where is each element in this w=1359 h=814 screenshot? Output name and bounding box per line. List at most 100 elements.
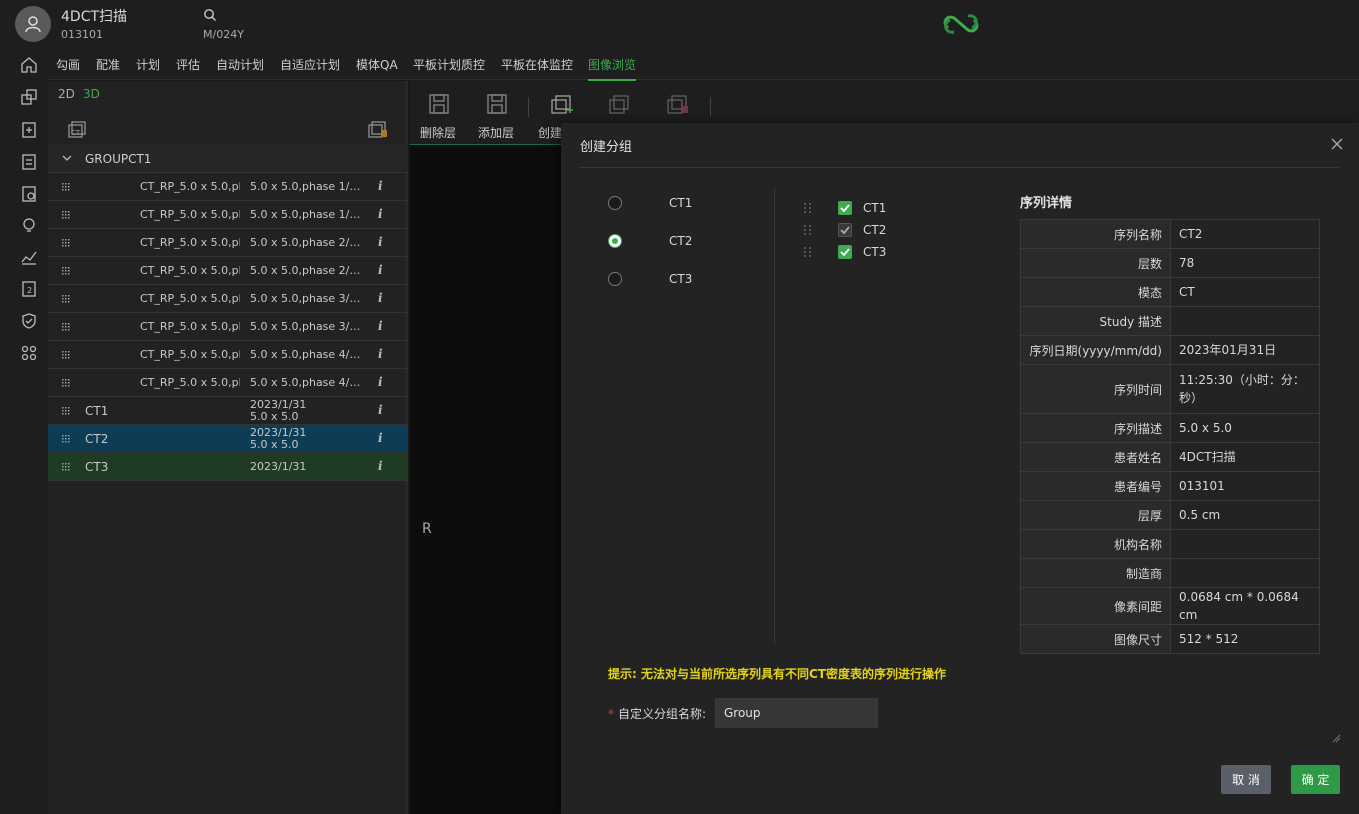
tab-registration[interactable]: 配准 (96, 56, 120, 73)
lightbulb-icon[interactable] (20, 216, 38, 234)
group-header[interactable]: GROUPCT1 (48, 145, 408, 173)
info-icon[interactable]: i (378, 319, 383, 333)
phase-name: CT_RP_5.0 x 5.0,ph (140, 292, 240, 305)
info-icon[interactable]: i (378, 263, 383, 277)
drag-handle-icon[interactable] (62, 407, 72, 415)
create-group-button[interactable]: 创建 (538, 124, 562, 141)
tab-2d[interactable]: 2D (58, 87, 75, 101)
clipboard-check-icon[interactable] (20, 184, 38, 202)
series-panel: 2D 3D CT GROUPCT1 CT_RP_5.0 x 5.0,ph 5.0… (48, 81, 408, 814)
shield-icon[interactable] (20, 312, 38, 330)
table-row: 制造商 (1020, 558, 1320, 588)
tab-phantom-qa[interactable]: 模体QA (356, 56, 398, 73)
group-add-icon[interactable]: CT (67, 119, 89, 139)
drag-handle-icon[interactable] (62, 295, 72, 303)
series-details-table: 序列名称 CT2 层数 78 模态 CT Study 描述 序列日期(yyyy/mm/… (1020, 219, 1320, 654)
tab-epid-invivo[interactable]: 平板在体监控 (501, 56, 573, 73)
drag-handle-icon[interactable] (804, 203, 812, 213)
drag-handle-icon[interactable] (62, 183, 72, 191)
phase-name: CT_RP_5.0 x 5.0,ph (140, 180, 240, 193)
drag-handle-icon[interactable] (62, 211, 72, 219)
tab-evaluate[interactable]: 评估 (176, 56, 200, 73)
tab-adaptive-plan[interactable]: 自适应计划 (280, 56, 340, 73)
drag-handle-icon[interactable] (804, 247, 812, 257)
tab-3d[interactable]: 3D (83, 87, 100, 101)
drag-handle-icon[interactable] (62, 267, 72, 275)
check-icon (840, 248, 850, 257)
info-icon[interactable]: i (378, 431, 383, 445)
phase-row[interactable]: CT_RP_5.0 x 5.0,ph 5.0 x 5.0,phase 3/8 .… (48, 285, 408, 313)
delete-group-icon[interactable] (666, 93, 690, 115)
patient-id: 013101 (61, 28, 103, 41)
info-icon[interactable]: i (378, 207, 383, 221)
radio-label-ct2: CT2 (669, 234, 693, 248)
chart-icon[interactable] (20, 248, 38, 266)
series-row-ct1[interactable]: CT1 2023/1/31 5.0 x 5.0 i (48, 397, 408, 425)
search-icon[interactable] (203, 8, 217, 22)
drag-handle-icon[interactable] (804, 225, 812, 235)
phase-row[interactable]: CT_RP_5.0 x 5.0,ph 5.0 x 5.0,phase 2/8 .… (48, 229, 408, 257)
detail-key: 层厚 (1020, 500, 1171, 530)
clipboard-plus-icon[interactable] (20, 120, 38, 138)
radio-ct3[interactable] (608, 272, 622, 286)
clipboard-list-icon[interactable] (20, 152, 38, 170)
report-icon[interactable]: 2 (20, 280, 38, 298)
tab-contour[interactable]: 勾画 (56, 56, 80, 73)
info-icon[interactable]: i (378, 403, 383, 417)
info-icon[interactable]: i (378, 179, 383, 193)
create-group-icon[interactable] (550, 93, 574, 115)
info-icon[interactable]: i (378, 291, 383, 305)
phase-row[interactable]: CT_RP_5.0 x 5.0,ph 5.0 x 5.0,phase 4/8 .… (48, 341, 408, 369)
cancel-button[interactable]: 取 消 (1221, 765, 1271, 794)
chevron-down-icon[interactable] (62, 153, 72, 163)
phase-row[interactable]: CT_RP_5.0 x 5.0,ph 5.0 x 5.0,phase 2/8 .… (48, 257, 408, 285)
phase-desc: 5.0 x 5.0,phase 2/8 ... (250, 236, 362, 249)
delete-layer-button[interactable]: 删除层 (420, 124, 456, 141)
phase-desc: 5.0 x 5.0,phase 4/8 ... (250, 376, 362, 389)
checkbox-ct3[interactable] (838, 245, 852, 259)
info-icon[interactable]: i (378, 459, 383, 473)
save-icon[interactable] (427, 93, 451, 115)
checkbox-ct1[interactable] (838, 201, 852, 215)
drag-handle-icon[interactable] (62, 435, 72, 443)
resize-handle-icon[interactable] (1331, 733, 1341, 743)
tab-image-browse[interactable]: 图像浏览 (588, 56, 637, 81)
tab-auto-plan[interactable]: 自动计划 (216, 56, 264, 73)
drag-handle-icon[interactable] (62, 239, 72, 247)
avatar[interactable] (15, 6, 51, 42)
home-icon[interactable] (20, 56, 38, 74)
phase-row[interactable]: CT_RP_5.0 x 5.0,ph 5.0 x 5.0,phase 1/8 .… (48, 173, 408, 201)
ok-button[interactable]: 确 定 (1291, 765, 1340, 794)
tab-epid-plan-qa[interactable]: 平板计划质控 (413, 56, 485, 73)
series-name: CT2 (85, 432, 109, 446)
tab-plan[interactable]: 计划 (136, 56, 160, 73)
close-icon[interactable] (1331, 138, 1343, 150)
group-delete-icon[interactable] (367, 119, 389, 139)
drag-handle-icon[interactable] (62, 351, 72, 359)
series-name: CT3 (85, 460, 109, 474)
phase-row[interactable]: CT_RP_5.0 x 5.0,ph 5.0 x 5.0,phase 1/8 .… (48, 201, 408, 229)
info-icon[interactable]: i (378, 375, 383, 389)
series-row-ct2[interactable]: CT2 2023/1/31 5.0 x 5.0 i (48, 425, 408, 453)
drag-handle-icon[interactable] (62, 379, 72, 387)
series-row-ct3[interactable]: CT3 2023/1/31 i (48, 453, 408, 481)
drag-handle-icon[interactable] (62, 463, 72, 471)
detail-value: 11:25:30（小时：分：秒） (1170, 364, 1320, 414)
top-bar: 4DCT扫描 013101 M/024Y (0, 0, 1359, 48)
phase-name: CT_RP_5.0 x 5.0,ph (140, 376, 240, 389)
group-name-input[interactable] (715, 698, 878, 728)
radio-ct2[interactable] (608, 234, 622, 248)
edit-group-icon[interactable] (608, 93, 632, 115)
checkbox-ct2 (838, 223, 852, 237)
layers-icon[interactable] (20, 88, 38, 106)
phase-row[interactable]: CT_RP_5.0 x 5.0,ph 5.0 x 5.0,phase 4/8 .… (48, 369, 408, 397)
svg-text:CT: CT (71, 129, 81, 137)
info-icon[interactable]: i (378, 235, 383, 249)
save-as-icon[interactable] (485, 93, 509, 115)
drag-handle-icon[interactable] (62, 323, 72, 331)
phase-row[interactable]: CT_RP_5.0 x 5.0,ph 5.0 x 5.0,phase 3/8 .… (48, 313, 408, 341)
add-layer-button[interactable]: 添加层 (478, 124, 514, 141)
info-icon[interactable]: i (378, 347, 383, 361)
apps-icon[interactable] (20, 344, 38, 362)
radio-ct1[interactable] (608, 196, 622, 210)
